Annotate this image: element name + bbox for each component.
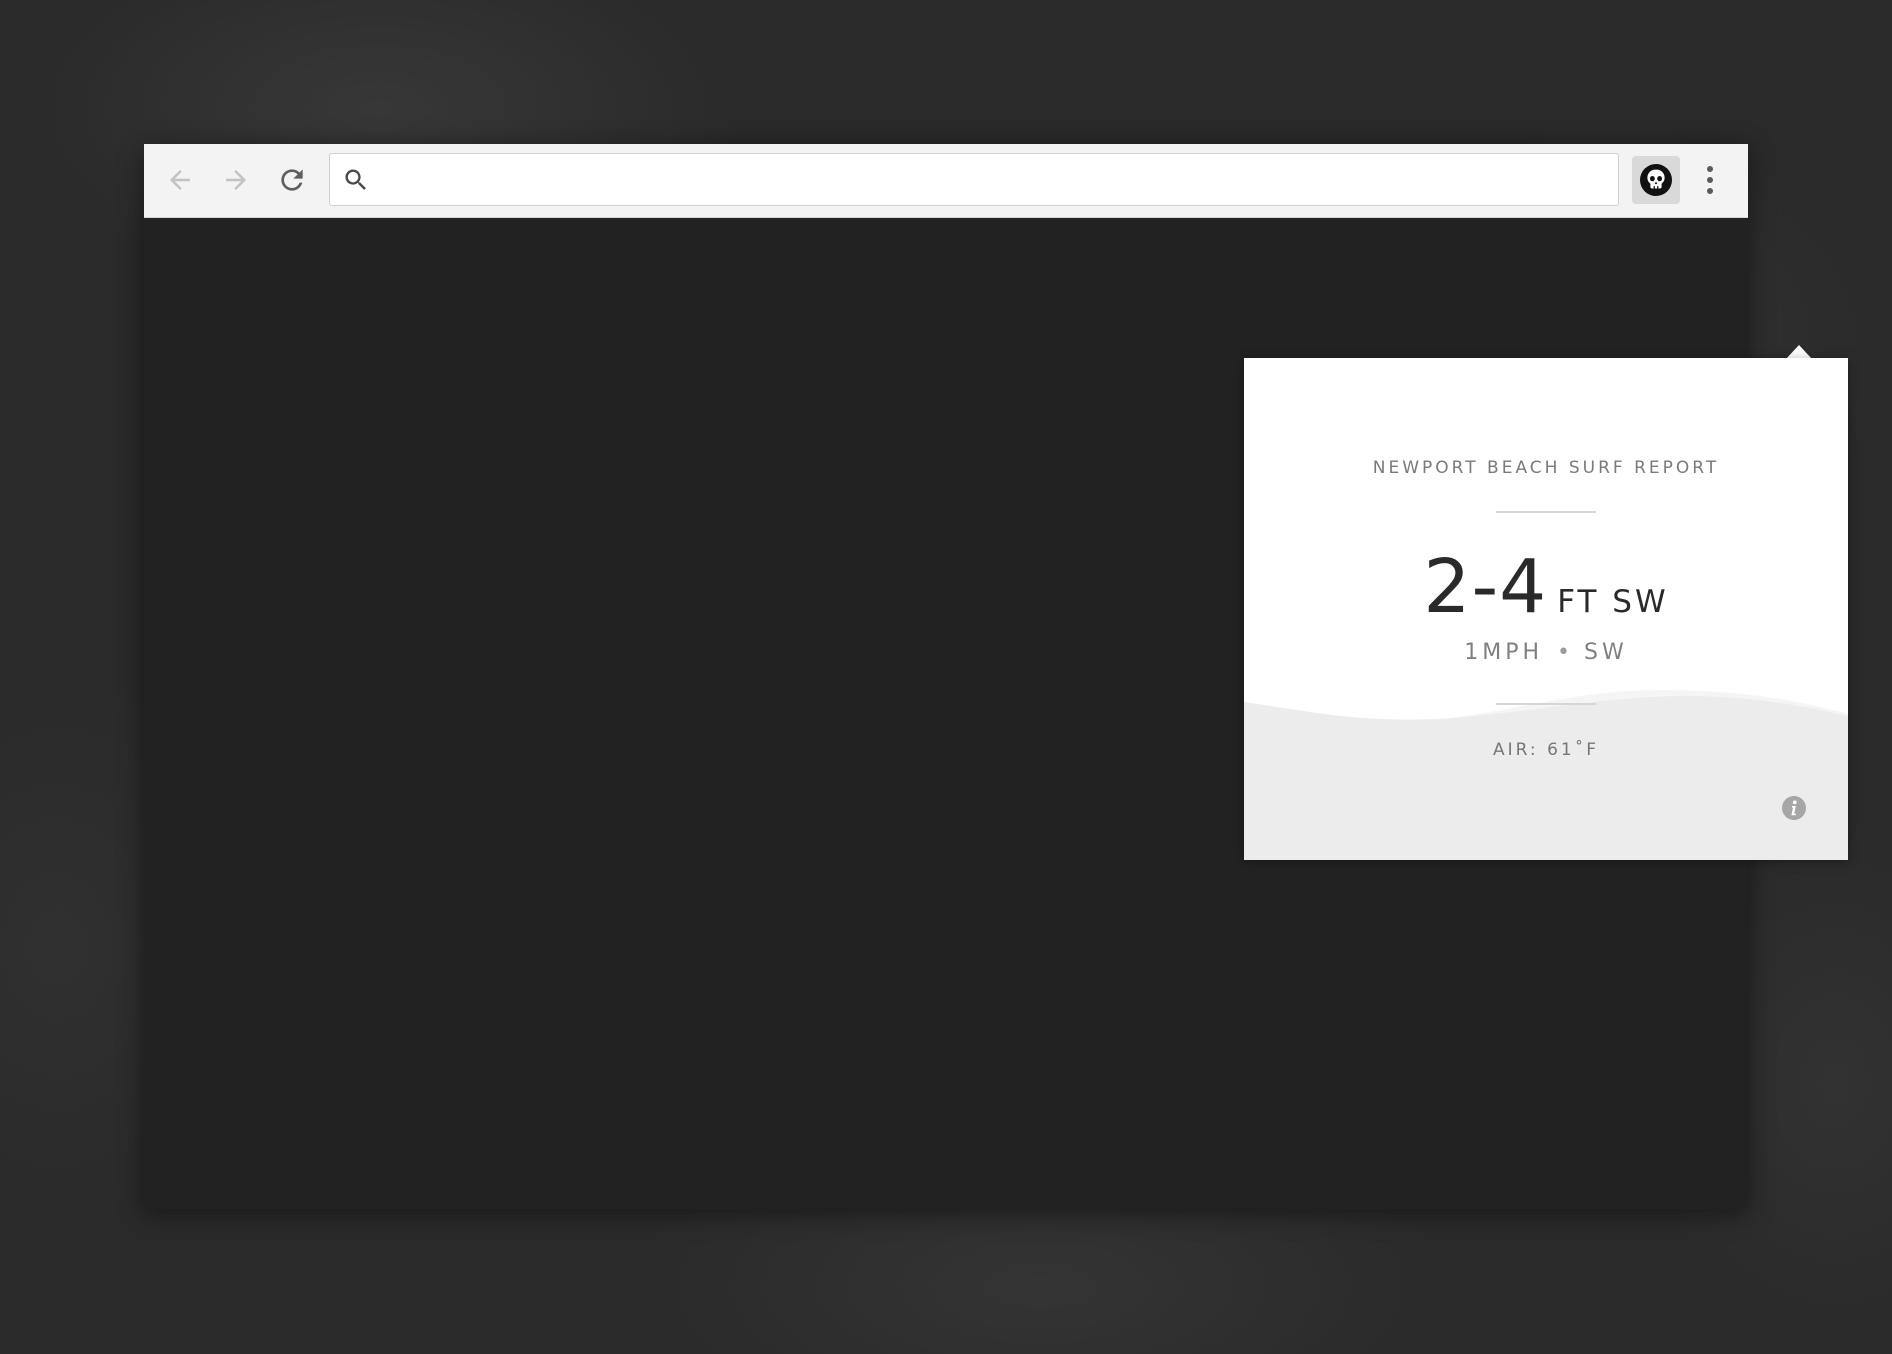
vertical-dots-icon [1707, 166, 1713, 194]
surf-report-popup: NEWPORT BEACH SURF REPORT 2-4 FT SW 1MPH •… [1244, 358, 1848, 860]
wave-height-range: 2-4 [1423, 544, 1548, 630]
search-icon [345, 169, 366, 190]
wave-background [1244, 690, 1848, 860]
wind-conditions: 1MPH • SW [1244, 640, 1848, 665]
title-divider [1496, 511, 1596, 513]
wind-direction: SW [1584, 640, 1628, 665]
info-icon[interactable] [1781, 795, 1807, 821]
wind-separator: • [1557, 640, 1571, 665]
browser-menu-button[interactable] [1696, 158, 1724, 202]
surf-extension-button[interactable] [1632, 156, 1680, 204]
report-title: NEWPORT BEACH SURF REPORT [1372, 458, 1720, 478]
popup-caret [1786, 345, 1812, 359]
conditions-divider [1496, 703, 1596, 705]
wind-speed: 1MPH [1464, 640, 1544, 665]
arrow-left-icon [170, 170, 190, 190]
air-temperature: AIR: 61˚F [1493, 740, 1599, 760]
wave-height-unit: FT SW [1557, 584, 1669, 620]
reload-icon [281, 169, 303, 191]
browser-toolbar [144, 144, 1748, 218]
browser-window: NEWPORT BEACH SURF REPORT 2-4 FT SW 1MPH •… [144, 144, 1848, 1209]
back-button[interactable] [160, 160, 200, 200]
arrow-right-icon [226, 170, 246, 190]
address-input[interactable] [382, 160, 1606, 200]
wave-height: 2-4 FT SW [1244, 544, 1848, 630]
address-bar[interactable] [329, 153, 1619, 206]
skull-icon [1640, 164, 1672, 196]
forward-button[interactable] [216, 160, 256, 200]
reload-button[interactable] [272, 160, 312, 200]
